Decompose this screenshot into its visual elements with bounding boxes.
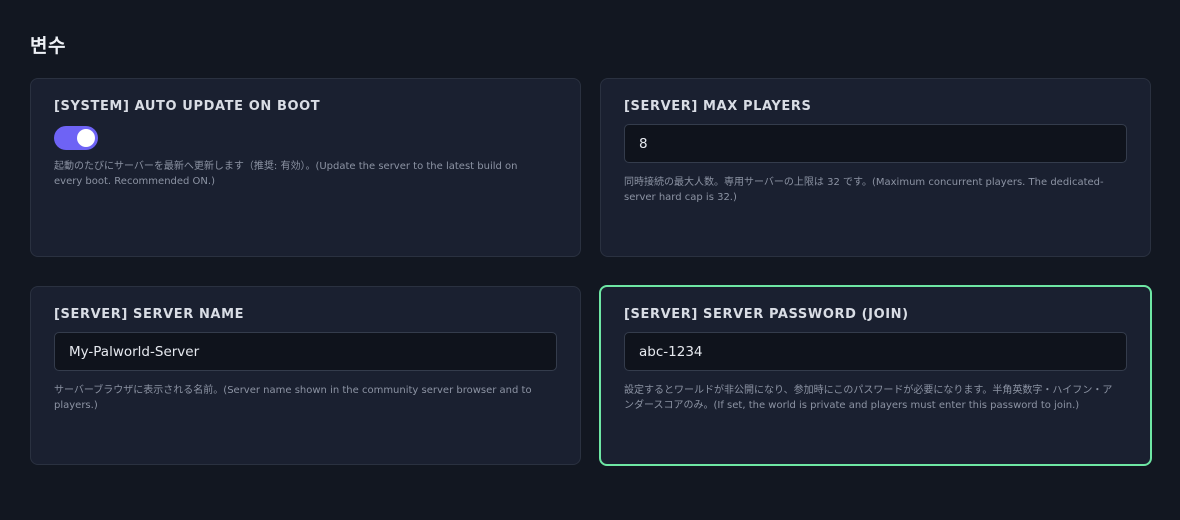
variables-page: 변수 [SYSTEM] AUTO UPDATE ON BOOT 起動のたびにサー… <box>0 0 1180 520</box>
variable-description: サーバーブラウザに表示される名前。(Server name shown in t… <box>54 385 532 411</box>
variable-card-server-name: [SERVER] SERVER NAME サーバーブラウザに表示される名前。(S… <box>30 286 581 465</box>
variable-description: 起動のたびにサーバーを最新へ更新します（推奨: 有効）。(Update the … <box>54 161 518 187</box>
variable-card-auto-update: [SYSTEM] AUTO UPDATE ON BOOT 起動のたびにサーバーを… <box>30 78 581 257</box>
page-title: 변수 <box>30 35 66 57</box>
toggle-knob <box>77 129 95 147</box>
variable-label: [SYSTEM] AUTO UPDATE ON BOOT <box>54 99 321 114</box>
variable-label: [SERVER] MAX PLAYERS <box>624 99 812 114</box>
max-players-input[interactable] <box>624 124 1127 163</box>
variable-card-max-players: [SERVER] MAX PLAYERS 同時接続の最大人数。専用サーバーの上限… <box>600 78 1151 257</box>
auto-update-toggle[interactable] <box>54 126 98 150</box>
variable-description: 同時接続の最大人数。専用サーバーの上限は 32 です。(Maximum conc… <box>624 177 1104 203</box>
server-password-input[interactable] <box>624 332 1127 371</box>
server-name-input[interactable] <box>54 332 557 371</box>
variable-card-server-password: [SERVER] SERVER PASSWORD (JOIN) 設定するとワール… <box>599 285 1152 466</box>
variable-label: [SERVER] SERVER NAME <box>54 307 245 322</box>
variable-description: 設定するとワールドが非公開になり、参加時にこのパスワードが必要になります。半角英… <box>624 385 1113 411</box>
variable-label: [SERVER] SERVER PASSWORD (JOIN) <box>624 307 909 322</box>
